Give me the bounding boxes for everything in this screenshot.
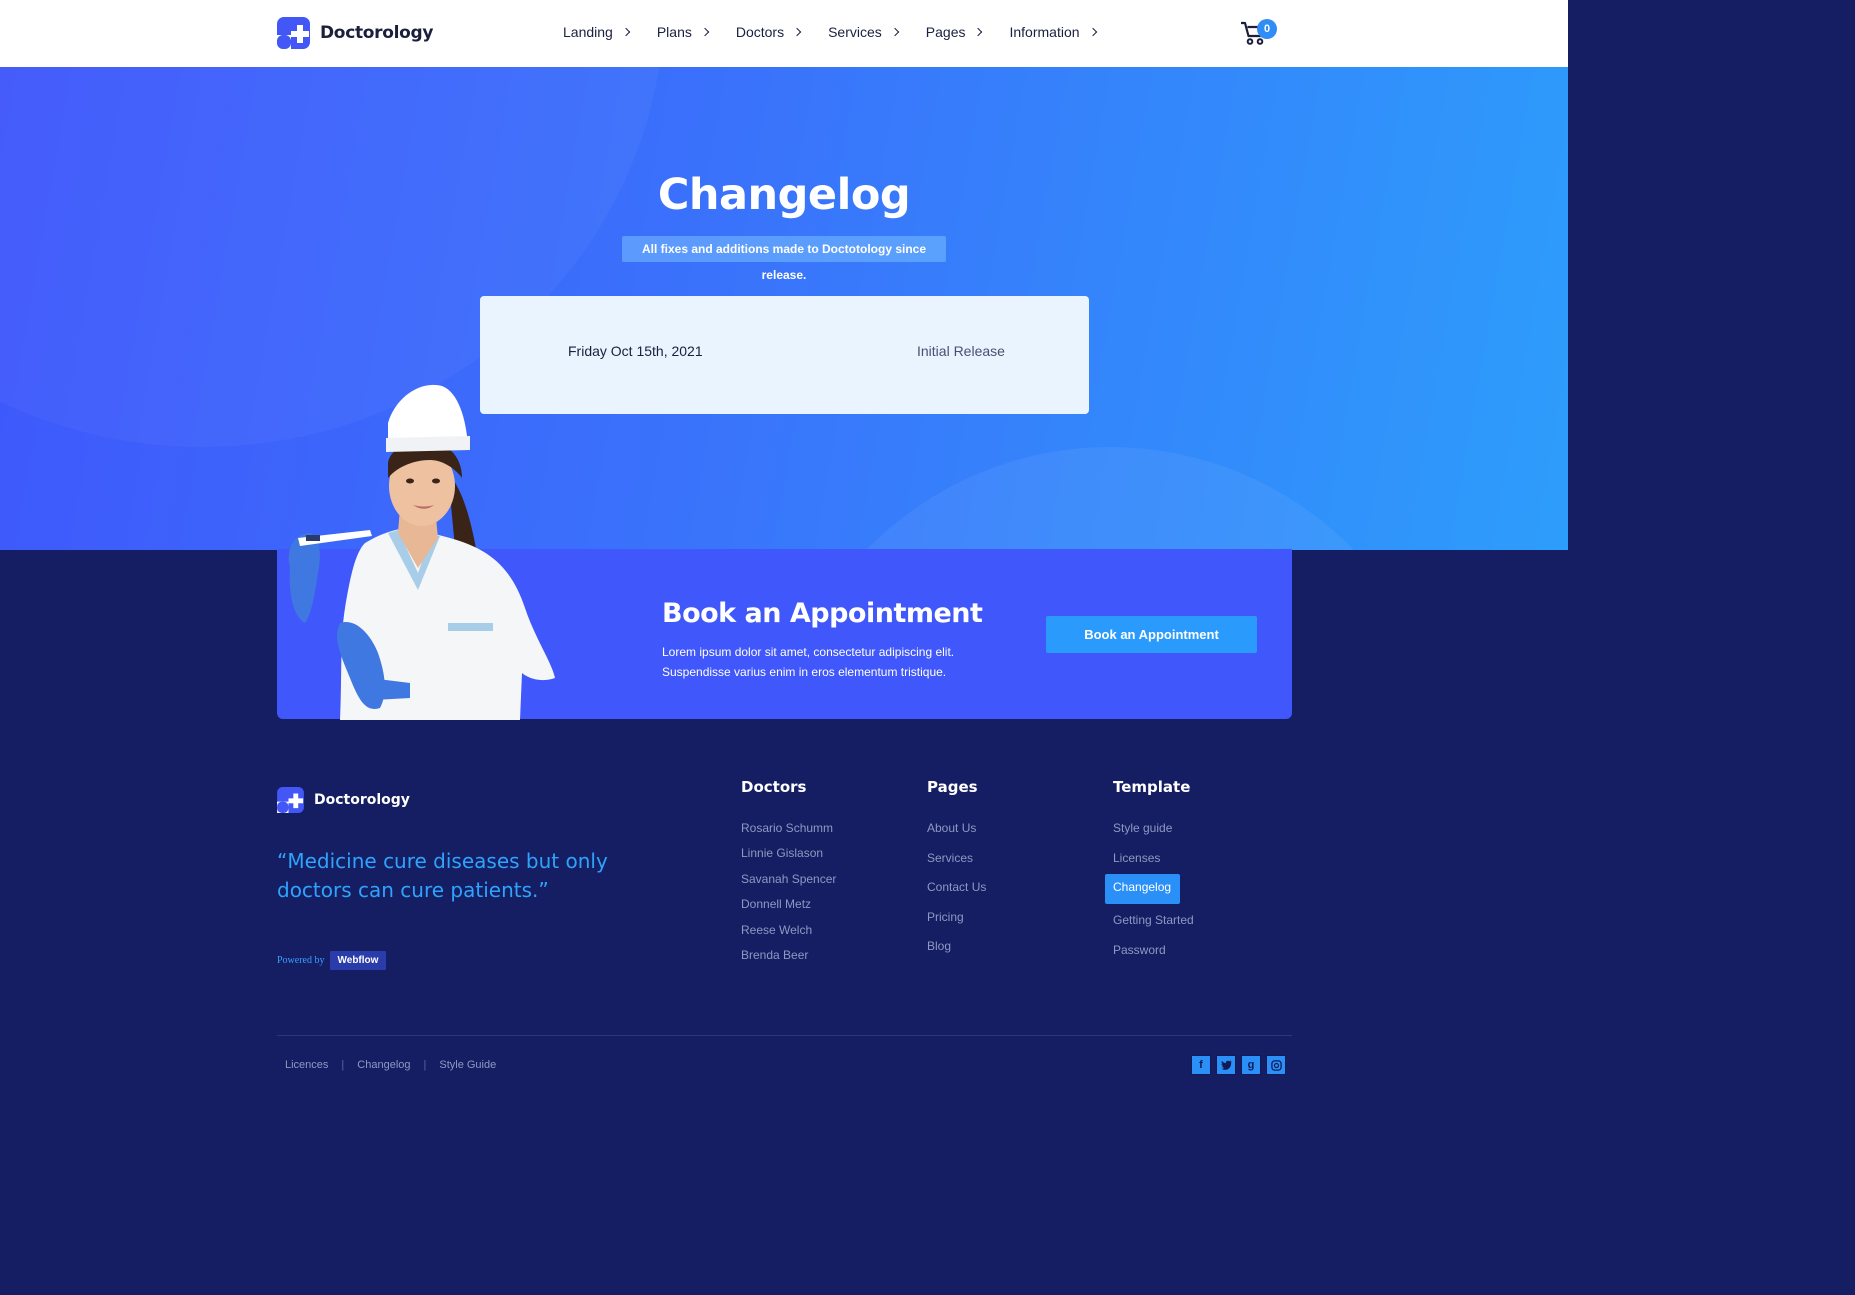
bottom-link-style-guide[interactable]: Style Guide xyxy=(439,1059,496,1071)
footer-link[interactable]: Pricing xyxy=(927,909,986,939)
logo-icon xyxy=(277,17,310,49)
chevron-right-icon xyxy=(792,27,802,37)
nav-pages[interactable]: Pages xyxy=(925,24,983,40)
footer-link[interactable]: Blog xyxy=(927,938,986,968)
release-note: Initial Release xyxy=(917,343,1005,359)
nurse-image xyxy=(288,384,555,720)
chevron-right-icon xyxy=(1088,27,1097,37)
separator: | xyxy=(341,1059,345,1071)
powered-by-badge[interactable]: Powered by Webflow xyxy=(277,951,387,970)
nav-label: Doctors xyxy=(735,24,785,40)
social-links: f g xyxy=(1191,1055,1286,1075)
page-title: Changelog xyxy=(657,170,911,220)
chevron-right-icon xyxy=(700,27,710,37)
nav-plans[interactable]: Plans xyxy=(656,24,710,40)
hero-decor-circle xyxy=(770,447,1450,550)
nav-landing[interactable]: Landing xyxy=(563,24,631,40)
chevron-right-icon xyxy=(974,27,983,37)
cart-count-badge: 0 xyxy=(1257,19,1277,39)
footer-divider xyxy=(277,1035,1292,1036)
chevron-right-icon xyxy=(621,27,631,37)
google-plus-icon[interactable]: g xyxy=(1241,1055,1261,1075)
nav-services[interactable]: Services xyxy=(828,24,900,40)
nav-label: Services xyxy=(828,24,882,40)
book-appointment-button[interactable]: Book an Appointment xyxy=(1046,616,1257,653)
nav-label: Landing xyxy=(563,24,613,40)
twitter-icon[interactable] xyxy=(1216,1055,1236,1075)
site-header: Doctorology Landing Plans Doctors Servic… xyxy=(0,0,1568,67)
changelog-entry: Friday Oct 15th, 2021 Initial Release xyxy=(480,296,1089,414)
webflow-label: Webflow xyxy=(329,951,387,970)
nav-label: Information xyxy=(1009,24,1080,40)
brand-logo[interactable]: Doctorology xyxy=(277,17,434,49)
footer-link[interactable]: Brenda Beer xyxy=(741,947,836,972)
instagram-icon[interactable] xyxy=(1266,1055,1286,1075)
footer-column-pages: Pages About Us Services Contact Us Prici… xyxy=(927,778,986,968)
facebook-icon[interactable]: f xyxy=(1191,1055,1211,1075)
footer-link[interactable]: Savanah Spencer xyxy=(741,871,836,896)
main-nav: Landing Plans Doctors Services Pages Inf… xyxy=(563,24,1124,40)
footer-bottom-links: Licences | Changelog | Style Guide xyxy=(285,1059,496,1071)
footer-column-title: Doctors xyxy=(741,778,807,796)
appointment-text: Lorem ipsum dolor sit amet, consectetur … xyxy=(662,645,955,679)
nav-information[interactable]: Information xyxy=(1009,24,1097,40)
footer-link[interactable]: Getting Started xyxy=(1113,912,1194,942)
footer-link[interactable]: Donnell Metz xyxy=(741,896,836,921)
appointment-title: Book an Appointment xyxy=(662,598,983,629)
footer-column-title: Pages xyxy=(927,778,978,796)
footer-link[interactable]: About Us xyxy=(927,820,986,850)
footer-link[interactable]: Rosario Schumm xyxy=(741,820,836,845)
footer-link[interactable]: Linnie Gislason xyxy=(741,845,836,870)
footer-brand-name: Doctorology xyxy=(314,792,410,808)
bottom-link-changelog[interactable]: Changelog xyxy=(357,1059,410,1071)
footer-column-doctors: Doctors Rosario Schumm Linnie Gislason S… xyxy=(741,778,836,972)
hero-section: Changelog All fixes and additions made t… xyxy=(0,67,1568,550)
footer-link[interactable]: Contact Us xyxy=(927,879,986,909)
page-subtitle: All fixes and additions made to Doctotol… xyxy=(622,236,946,282)
powered-by-label: Powered by xyxy=(277,955,325,966)
footer-link[interactable]: Password xyxy=(1113,942,1194,972)
chevron-right-icon xyxy=(890,27,900,37)
separator: | xyxy=(423,1059,427,1071)
footer-column-template: Template Style guide Licenses Changelog … xyxy=(1105,778,1194,972)
footer-link[interactable]: Reese Welch xyxy=(741,922,836,947)
nav-label: Pages xyxy=(925,24,966,40)
footer-link-active[interactable]: Changelog xyxy=(1105,874,1180,904)
logo-icon xyxy=(277,787,304,813)
footer-quote: “Medicine cure diseases but only doctors… xyxy=(277,849,608,902)
footer-link[interactable]: Services xyxy=(927,850,986,880)
brand-name: Doctorology xyxy=(320,23,434,43)
nav-doctors[interactable]: Doctors xyxy=(735,24,802,40)
bottom-link-licences[interactable]: Licences xyxy=(285,1059,328,1071)
nav-label: Plans xyxy=(656,24,692,40)
footer-column-title: Template xyxy=(1113,778,1191,796)
footer-link[interactable]: Style guide xyxy=(1113,820,1194,850)
release-date: Friday Oct 15th, 2021 xyxy=(568,343,703,359)
footer-brand-logo[interactable]: Doctorology xyxy=(277,787,410,813)
